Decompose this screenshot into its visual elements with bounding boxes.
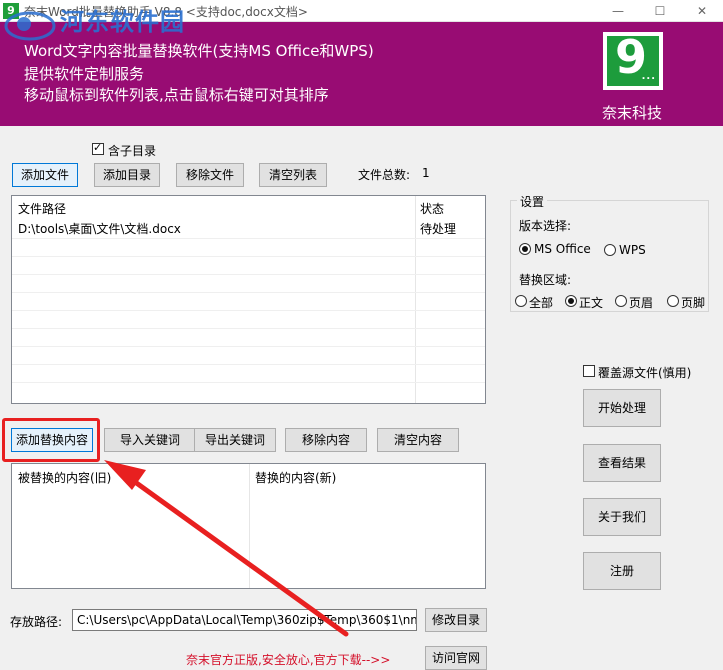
file-row-status: 待处理 [420,222,457,236]
region-header-label: 页眉 [629,296,654,310]
settings-group: 设置 版本选择: MS Office WPS 替换区域: 全部 正文 页眉 页脚 [510,193,709,312]
column-header-old[interactable]: 被替换的内容(旧) [12,469,111,487]
save-path-label: 存放路径: [10,615,63,629]
file-row-path[interactable]: D:\tools\桌面\文件\文档.docx [12,220,181,238]
clear-list-button[interactable]: 清空列表 [259,163,327,187]
save-path-input[interactable]: C:\Users\pc\AppData\Local\Temp\360zip$Te… [72,609,417,631]
watermark: 河东软件园 [4,0,204,44]
footer-note: 奈末官方正版,安全放心,官方下载-->> [186,653,391,667]
region-footer-radio[interactable] [667,295,679,307]
overwrite-source-checkbox[interactable] [583,365,595,377]
highlight-box [2,418,100,462]
replace-content-list[interactable]: 被替换的内容(旧) 替换的内容(新) [11,463,486,589]
region-all-label: 全部 [529,296,554,310]
add-directory-button[interactable]: 添加目录 [94,163,160,187]
add-file-button[interactable]: 添加文件 [12,163,78,187]
file-total-label: 文件总数: [358,168,411,182]
file-total-value: 1 [422,166,430,180]
banner-line: 移动鼠标到软件列表,点击鼠标右键可对其排序 [24,86,329,104]
modify-directory-button[interactable]: 修改目录 [425,608,487,632]
watermark-logo-icon [4,11,56,41]
brand-logo: 9 ... [603,30,663,90]
version-label: 版本选择: [519,219,572,233]
include-subdir-label: 含子目录 [108,144,157,158]
region-footer-label: 页脚 [681,296,706,310]
register-button[interactable]: 注册 [583,552,661,590]
region-body-label: 正文 [579,296,604,310]
settings-legend: 设置 [517,193,548,210]
visit-website-button[interactable]: 访问官网 [425,646,487,670]
minimize-icon[interactable]: — [604,2,632,20]
version-wps-radio[interactable] [604,244,616,256]
region-body-radio[interactable] [565,295,577,307]
maximize-icon[interactable]: ☐ [646,2,674,20]
version-msoffice-radio[interactable] [519,243,531,255]
region-label: 替换区域: [519,273,572,287]
region-all-radio[interactable] [515,295,527,307]
logo-dots: ... [641,71,656,82]
version-wps-label: WPS [619,243,646,257]
watermark-text: 河东软件园 [60,7,185,36]
include-subdir-checkbox[interactable] [92,141,104,155]
about-us-button[interactable]: 关于我们 [583,498,661,536]
brand-name: 奈末科技 [602,104,663,122]
banner-line: 提供软件定制服务 [24,65,145,83]
export-keywords-button[interactable]: 导出关键词 [194,428,276,452]
file-list[interactable]: 文件路径 状态 D:\tools\桌面\文件\文档.docx 待处理 [11,195,486,404]
close-icon[interactable]: ✕ [688,2,716,20]
column-header-new[interactable]: 替换的内容(新) [249,469,336,487]
import-keywords-button[interactable]: 导入关键词 [104,428,196,452]
start-processing-button[interactable]: 开始处理 [583,389,661,427]
region-header-radio[interactable] [615,295,627,307]
view-result-button[interactable]: 查看结果 [583,444,661,482]
clear-content-button[interactable]: 清空内容 [377,428,459,452]
column-header-status[interactable]: 状态 [414,200,444,218]
overwrite-source-label: 覆盖源文件(慎用) [598,366,692,380]
column-header-path[interactable]: 文件路径 [12,200,66,218]
remove-content-button[interactable]: 移除内容 [285,428,367,452]
version-msoffice-label: MS Office [534,242,591,256]
remove-file-button[interactable]: 移除文件 [176,163,244,187]
